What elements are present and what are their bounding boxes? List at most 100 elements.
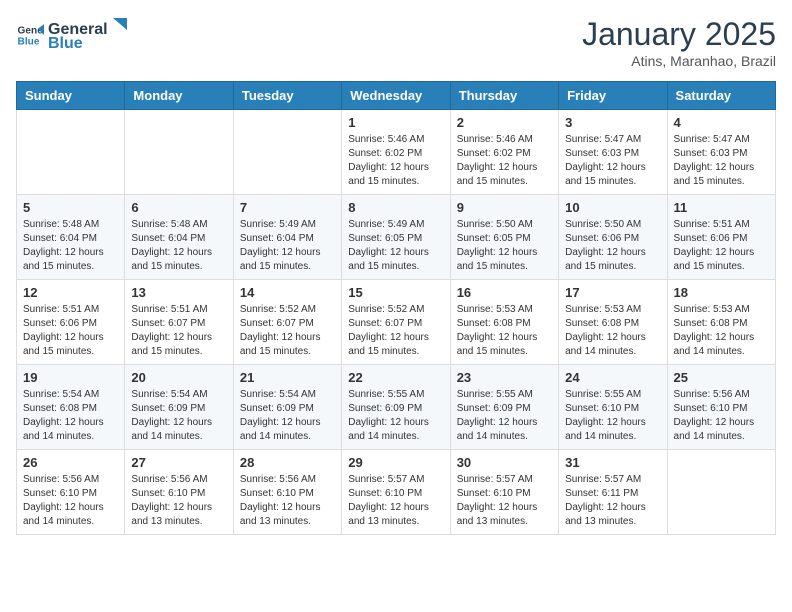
calendar-cell: 17 Sunrise: 5:53 AM Sunset: 6:08 PM Dayli…	[559, 280, 667, 365]
day-number: 23	[457, 370, 552, 385]
weekday-header-tuesday: Tuesday	[233, 82, 341, 110]
calendar-table: SundayMondayTuesdayWednesdayThursdayFrid…	[16, 81, 776, 535]
day-number: 10	[565, 200, 660, 215]
day-number: 29	[348, 455, 443, 470]
day-number: 13	[131, 285, 226, 300]
weekday-header-thursday: Thursday	[450, 82, 558, 110]
calendar-cell: 14 Sunrise: 5:52 AM Sunset: 6:07 PM Dayli…	[233, 280, 341, 365]
day-number: 19	[23, 370, 118, 385]
week-row-1: 1 Sunrise: 5:46 AM Sunset: 6:02 PM Daylig…	[17, 110, 776, 195]
location-subtitle: Atins, Maranhao, Brazil	[582, 53, 776, 69]
calendar-cell: 20Sunrise: 5:54 AM Sunset: 6:09 PM Dayli…	[125, 365, 233, 450]
calendar-cell: 28 Sunrise: 5:56 AM Sunset: 6:10 PM Dayli…	[233, 450, 341, 535]
day-number: 9	[457, 200, 552, 215]
day-number: 28	[240, 455, 335, 470]
day-number: 1	[348, 115, 443, 130]
day-info: Sunrise: 5:49 AM Sunset: 6:04 PM Dayligh…	[240, 218, 335, 274]
week-row-2: 5Sunrise: 5:48 AM Sunset: 6:04 PM Daylig…	[17, 195, 776, 280]
calendar-cell: 24Sunrise: 5:55 AM Sunset: 6:10 PM Dayli…	[559, 365, 667, 450]
day-number: 25	[674, 370, 769, 385]
weekday-header-friday: Friday	[559, 82, 667, 110]
day-number: 17	[565, 285, 660, 300]
calendar-cell: 30 Sunrise: 5:57 AM Sunset: 6:10 PM Dayli…	[450, 450, 558, 535]
title-block: January 2025 Atins, Maranhao, Brazil	[582, 16, 776, 69]
day-info: Sunrise: 5:51 AM Sunset: 6:06 PM Dayligh…	[23, 303, 118, 359]
calendar-cell: 11 Sunrise: 5:51 AM Sunset: 6:06 PM Dayli…	[667, 195, 775, 280]
day-number: 30	[457, 455, 552, 470]
week-row-4: 19 Sunrise: 5:54 AM Sunset: 6:08 PM Dayli…	[17, 365, 776, 450]
calendar-cell: 5Sunrise: 5:48 AM Sunset: 6:04 PM Daylig…	[17, 195, 125, 280]
week-row-3: 12Sunrise: 5:51 AM Sunset: 6:06 PM Dayli…	[17, 280, 776, 365]
day-info: Sunrise: 5:47 AM Sunset: 6:03 PM Dayligh…	[674, 133, 769, 189]
calendar-cell: 23 Sunrise: 5:55 AM Sunset: 6:09 PM Dayli…	[450, 365, 558, 450]
day-number: 7	[240, 200, 335, 215]
day-number: 21	[240, 370, 335, 385]
day-number: 4	[674, 115, 769, 130]
weekday-header-row: SundayMondayTuesdayWednesdayThursdayFrid…	[17, 82, 776, 110]
day-number: 26	[23, 455, 118, 470]
calendar-cell: 15 Sunrise: 5:52 AM Sunset: 6:07 PM Dayli…	[342, 280, 450, 365]
day-number: 3	[565, 115, 660, 130]
calendar-cell	[17, 110, 125, 195]
day-info: Sunrise: 5:50 AM Sunset: 6:06 PM Dayligh…	[565, 218, 660, 274]
day-info: Sunrise: 5:55 AM Sunset: 6:09 PM Dayligh…	[457, 388, 552, 444]
day-number: 8	[348, 200, 443, 215]
day-info: Sunrise: 5:52 AM Sunset: 6:07 PM Dayligh…	[348, 303, 443, 359]
day-info: Sunrise: 5:46 AM Sunset: 6:02 PM Dayligh…	[348, 133, 443, 189]
calendar-cell: 9 Sunrise: 5:50 AM Sunset: 6:05 PM Daylig…	[450, 195, 558, 280]
day-info: Sunrise: 5:53 AM Sunset: 6:08 PM Dayligh…	[565, 303, 660, 359]
page-header: General Blue General Blue January 2025 A…	[16, 16, 776, 69]
calendar-cell: 25 Sunrise: 5:56 AM Sunset: 6:10 PM Dayli…	[667, 365, 775, 450]
day-number: 20	[131, 370, 226, 385]
weekday-header-monday: Monday	[125, 82, 233, 110]
calendar-cell: 7 Sunrise: 5:49 AM Sunset: 6:04 PM Daylig…	[233, 195, 341, 280]
weekday-header-wednesday: Wednesday	[342, 82, 450, 110]
day-number: 6	[131, 200, 226, 215]
day-info: Sunrise: 5:56 AM Sunset: 6:10 PM Dayligh…	[131, 473, 226, 529]
day-info: Sunrise: 5:50 AM Sunset: 6:05 PM Dayligh…	[457, 218, 552, 274]
day-number: 2	[457, 115, 552, 130]
day-info: Sunrise: 5:46 AM Sunset: 6:02 PM Dayligh…	[457, 133, 552, 189]
day-info: Sunrise: 5:54 AM Sunset: 6:09 PM Dayligh…	[240, 388, 335, 444]
day-info: Sunrise: 5:51 AM Sunset: 6:07 PM Dayligh…	[131, 303, 226, 359]
day-info: Sunrise: 5:56 AM Sunset: 6:10 PM Dayligh…	[23, 473, 118, 529]
month-title: January 2025	[582, 16, 776, 53]
calendar-cell: 19 Sunrise: 5:54 AM Sunset: 6:08 PM Dayli…	[17, 365, 125, 450]
day-info: Sunrise: 5:53 AM Sunset: 6:08 PM Dayligh…	[457, 303, 552, 359]
day-info: Sunrise: 5:57 AM Sunset: 6:10 PM Dayligh…	[348, 473, 443, 529]
weekday-header-sunday: Sunday	[17, 82, 125, 110]
calendar-cell	[125, 110, 233, 195]
calendar-cell: 13 Sunrise: 5:51 AM Sunset: 6:07 PM Dayli…	[125, 280, 233, 365]
day-number: 22	[348, 370, 443, 385]
day-info: Sunrise: 5:53 AM Sunset: 6:08 PM Dayligh…	[674, 303, 769, 359]
day-info: Sunrise: 5:54 AM Sunset: 6:08 PM Dayligh…	[23, 388, 118, 444]
logo-icon: General Blue	[16, 21, 44, 49]
calendar-cell: 27Sunrise: 5:56 AM Sunset: 6:10 PM Dayli…	[125, 450, 233, 535]
calendar-cell	[233, 110, 341, 195]
day-number: 11	[674, 200, 769, 215]
calendar-cell: 2 Sunrise: 5:46 AM Sunset: 6:02 PM Daylig…	[450, 110, 558, 195]
day-info: Sunrise: 5:56 AM Sunset: 6:10 PM Dayligh…	[240, 473, 335, 529]
calendar-cell: 22Sunrise: 5:55 AM Sunset: 6:09 PM Dayli…	[342, 365, 450, 450]
calendar-cell: 6Sunrise: 5:48 AM Sunset: 6:04 PM Daylig…	[125, 195, 233, 280]
day-number: 31	[565, 455, 660, 470]
calendar-cell: 29 Sunrise: 5:57 AM Sunset: 6:10 PM Dayli…	[342, 450, 450, 535]
logo: General Blue General Blue	[16, 16, 127, 53]
calendar-cell: 16 Sunrise: 5:53 AM Sunset: 6:08 PM Dayli…	[450, 280, 558, 365]
calendar-cell: 3 Sunrise: 5:47 AM Sunset: 6:03 PM Daylig…	[559, 110, 667, 195]
day-info: Sunrise: 5:47 AM Sunset: 6:03 PM Dayligh…	[565, 133, 660, 189]
day-info: Sunrise: 5:52 AM Sunset: 6:07 PM Dayligh…	[240, 303, 335, 359]
day-info: Sunrise: 5:51 AM Sunset: 6:06 PM Dayligh…	[674, 218, 769, 274]
calendar-cell: 10 Sunrise: 5:50 AM Sunset: 6:06 PM Dayli…	[559, 195, 667, 280]
calendar-cell: 21 Sunrise: 5:54 AM Sunset: 6:09 PM Dayli…	[233, 365, 341, 450]
week-row-5: 26 Sunrise: 5:56 AM Sunset: 6:10 PM Dayli…	[17, 450, 776, 535]
day-info: Sunrise: 5:55 AM Sunset: 6:10 PM Dayligh…	[565, 388, 660, 444]
day-info: Sunrise: 5:56 AM Sunset: 6:10 PM Dayligh…	[674, 388, 769, 444]
day-number: 16	[457, 285, 552, 300]
day-info: Sunrise: 5:57 AM Sunset: 6:10 PM Dayligh…	[457, 473, 552, 529]
day-info: Sunrise: 5:48 AM Sunset: 6:04 PM Dayligh…	[23, 218, 118, 274]
calendar-cell: 26 Sunrise: 5:56 AM Sunset: 6:10 PM Dayli…	[17, 450, 125, 535]
day-number: 15	[348, 285, 443, 300]
calendar-cell	[667, 450, 775, 535]
day-number: 14	[240, 285, 335, 300]
